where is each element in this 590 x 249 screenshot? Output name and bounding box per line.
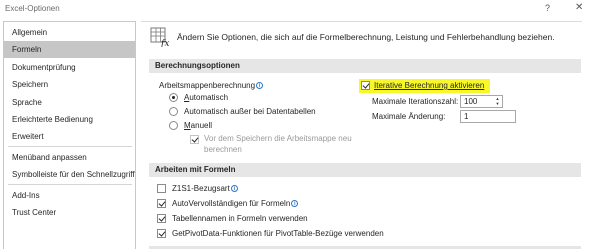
max-change-input[interactable]: 1 (460, 110, 516, 123)
spinner-arrows-icon[interactable]: ▲ ▼ (493, 96, 502, 107)
section-header-formulas: Arbeiten mit Formeln (149, 163, 581, 177)
checkbox-getpivotdata[interactable] (157, 229, 166, 238)
sidebar-item-formeln[interactable]: Formeln (4, 41, 135, 58)
iterative-calc-label[interactable]: Iterative Berechnung aktivieren (374, 81, 484, 90)
info-icon: i (230, 185, 238, 192)
radio-manual-label[interactable]: Manuell (184, 121, 212, 130)
max-change-label: Maximale Änderung: (372, 112, 446, 121)
window-title: Excel-Optionen (5, 4, 60, 13)
max-change-value: 1 (464, 112, 469, 121)
info-icon: i (256, 82, 264, 89)
checkbox-iterative-calc[interactable] (361, 81, 370, 90)
page-description: Ändern Sie Optionen, die sich auf die Fo… (177, 32, 555, 42)
sidebar-divider (8, 184, 132, 185)
autocomplete-label[interactable]: AutoVervollständigen für Formeln i (172, 199, 299, 208)
recalc-before-save-label-line2: berechnen (204, 145, 242, 154)
table-names-label[interactable]: Tabellennamen in Formeln verwenden (172, 214, 308, 223)
options-content: fx Ändern Sie Optionen, die sich auf die… (141, 21, 582, 249)
checkbox-z1s1[interactable] (157, 184, 166, 193)
radio-manual[interactable] (169, 121, 178, 130)
max-iterations-value: 100 (464, 97, 478, 106)
sidebar-item-menueband-anpassen[interactable]: Menüband anpassen (4, 149, 135, 166)
svg-text:fx: fx (160, 39, 169, 47)
sidebar-item-erweitert[interactable]: Erweitert (4, 128, 135, 145)
max-iterations-label: Maximale Iterationszahl: (372, 97, 459, 106)
radio-automatic[interactable] (169, 93, 178, 102)
max-iterations-spinner[interactable]: 100 ▲ ▼ (460, 95, 503, 108)
help-button[interactable]: ? (545, 3, 550, 13)
close-button[interactable]: ✕ (575, 2, 583, 13)
sidebar-item-allgemein[interactable]: Allgemein (4, 24, 135, 41)
getpivotdata-label[interactable]: GetPivotData-Funktionen für PivotTable-B… (172, 229, 384, 238)
title-bar: Excel-Optionen ? ✕ (0, 0, 590, 18)
sidebar-item-trust-center[interactable]: Trust Center (4, 204, 135, 221)
sidebar-item-erleichterte-bedienung[interactable]: Erleichterte Bedienung (4, 111, 135, 128)
sidebar-item-speichern[interactable]: Speichern (4, 76, 135, 93)
info-icon: i (291, 200, 299, 207)
sidebar-item-sprache[interactable]: Sprache (4, 94, 135, 111)
checkbox-recalc-before-save[interactable] (190, 135, 199, 144)
z1s1-label[interactable]: Z1S1-Bezugsart i (172, 184, 238, 193)
sidebar-item-dokumentpruefung[interactable]: Dokumentprüfung (4, 59, 135, 76)
checkbox-autocomplete[interactable] (157, 199, 166, 208)
checkbox-table-names[interactable] (157, 214, 166, 223)
sidebar-divider (8, 146, 132, 147)
radio-automatic-except-tables[interactable] (169, 107, 178, 116)
workbook-calc-label: Arbeitsmappenberechnung i (159, 81, 264, 90)
recalc-before-save-label-line1: Vor dem Speichern die Arbeitsmappe neu (204, 134, 352, 143)
sidebar-item-add-ins[interactable]: Add-Ins (4, 187, 135, 204)
radio-automatic-except-tables-label[interactable]: Automatisch außer bei Datentabellen (184, 107, 316, 116)
options-sidebar: Allgemein Formeln Dokumentprüfung Speich… (3, 21, 136, 249)
formula-icon: fx (150, 27, 169, 47)
sidebar-item-symbolleiste[interactable]: Symbolleiste für den Schnellzugriff (4, 166, 135, 183)
radio-automatic-label[interactable]: Automatisch (184, 93, 228, 102)
section-header-calculation: Berechnungsoptionen (149, 59, 581, 73)
